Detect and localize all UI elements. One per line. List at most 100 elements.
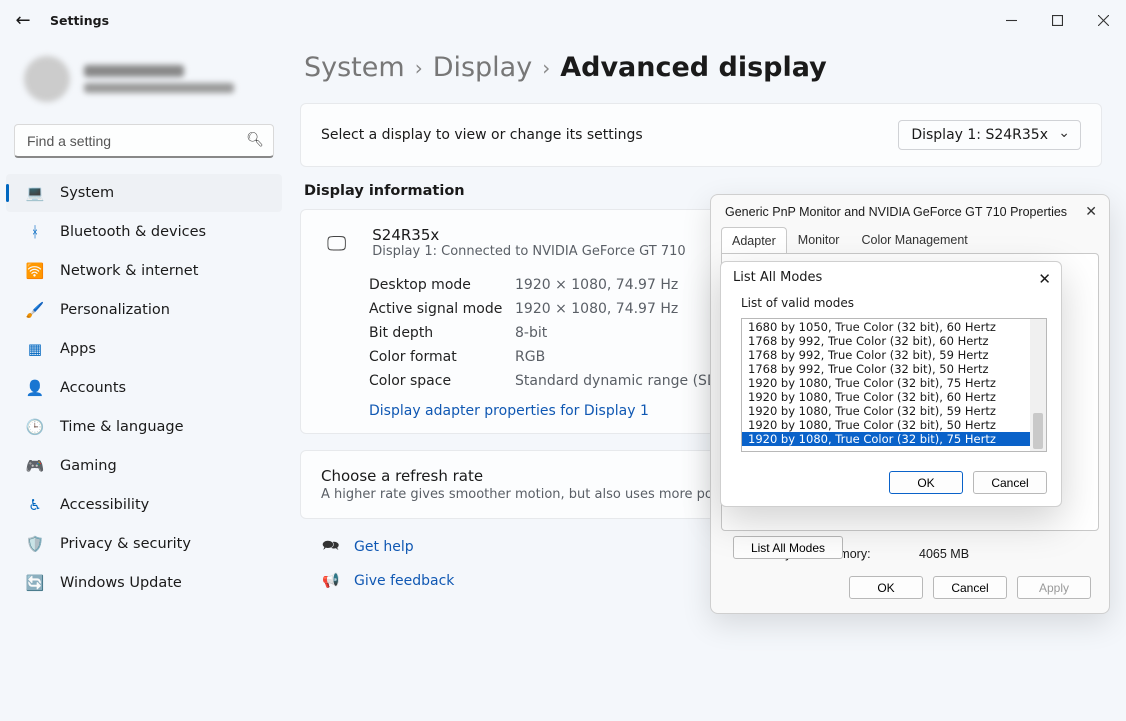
sidebar-item-label: Gaming [60, 458, 117, 474]
tab-monitor[interactable]: Monitor [787, 226, 851, 253]
nav-icon: 💻 [26, 184, 44, 202]
properties-tabs: Adapter Monitor Color Management [711, 226, 1109, 253]
mode-item[interactable]: 1920 by 1080, True Color (32 bit), 50 He… [742, 418, 1046, 432]
display-selector-card: Select a display to view or change its s… [300, 103, 1102, 167]
properties-apply-button[interactable]: Apply [1017, 576, 1091, 599]
sidebar-item-label: Time & language [60, 419, 184, 435]
account-block[interactable] [6, 50, 282, 118]
modes-dialog-title: List All Modes [733, 270, 822, 288]
sidebar-item-label: Accessibility [60, 497, 149, 513]
modes-cancel-button[interactable]: Cancel [973, 471, 1047, 494]
shared-memory-value: 4065 MB [919, 547, 969, 561]
info-key: Color space [369, 373, 515, 389]
scrollbar[interactable] [1030, 319, 1046, 451]
select-display-dropdown[interactable]: Display 1: S24R35x [898, 120, 1081, 150]
close-icon[interactable]: ✕ [1085, 203, 1097, 220]
nav-list: 💻 System ᚼ Bluetooth & devices 🛜 Network & in… [6, 174, 282, 602]
nav-icon: ▦ [26, 340, 44, 358]
display-name: S24R35x [372, 226, 685, 244]
mode-item[interactable]: 1768 by 992, True Color (32 bit), 59 Her… [742, 348, 1046, 362]
display-connection: Display 1: Connected to NVIDIA GeForce G… [372, 244, 685, 259]
info-key: Active signal mode [369, 301, 515, 317]
chevron-right-icon: › [542, 56, 550, 80]
back-arrow-icon[interactable]: ← [14, 10, 32, 31]
nav-icon: 👤 [26, 379, 44, 397]
close-button[interactable] [1080, 1, 1126, 39]
search-input[interactable] [14, 124, 274, 158]
breadcrumb-system[interactable]: System [304, 52, 405, 83]
mode-item[interactable]: 1920 by 1080, True Color (32 bit), 59 He… [742, 404, 1046, 418]
adapter-properties-link[interactable]: Display adapter properties for Display 1 [369, 403, 649, 419]
help-icon: 🗪 [322, 535, 340, 559]
sidebar-item-label: System [60, 185, 114, 201]
sidebar-item-time-language[interactable]: 🕒 Time & language [6, 408, 282, 446]
mode-item[interactable]: 1920 by 1080, True Color (32 bit), 75 He… [742, 432, 1046, 446]
info-value: 1920 × 1080, 74.97 Hz [515, 301, 678, 317]
breadcrumb: System › Display › Advanced display [304, 52, 1102, 83]
search-icon: 🔍︎ [246, 132, 264, 148]
info-key: Bit depth [369, 325, 515, 341]
maximize-button[interactable] [1034, 1, 1080, 39]
nav-icon: ᚼ [26, 223, 44, 241]
properties-title: Generic PnP Monitor and NVIDIA GeForce G… [725, 205, 1067, 219]
titlebar: ← Settings [0, 0, 1126, 40]
tab-color-management[interactable]: Color Management [850, 226, 978, 253]
properties-cancel-button[interactable]: Cancel [933, 576, 1007, 599]
mode-item[interactable]: 1680 by 1050, True Color (32 bit), 60 He… [742, 320, 1046, 334]
info-value: Standard dynamic range (SDR) [515, 373, 733, 389]
info-value: 8-bit [515, 325, 547, 341]
breadcrumb-current: Advanced display [560, 52, 827, 83]
monitor-icon: 🖵 [321, 231, 352, 255]
sidebar-item-system[interactable]: 💻 System [6, 174, 282, 212]
breadcrumb-display[interactable]: Display [433, 52, 533, 83]
tab-adapter[interactable]: Adapter [721, 227, 787, 254]
sidebar-item-label: Personalization [60, 302, 170, 318]
nav-icon: 🛡️ [26, 535, 44, 553]
nav-icon: 🎮 [26, 457, 44, 475]
sidebar-item-windows-update[interactable]: 🔄 Windows Update [6, 564, 282, 602]
feedback-icon: 📢 [322, 573, 340, 589]
account-email [84, 83, 234, 93]
sidebar-item-network-internet[interactable]: 🛜 Network & internet [6, 252, 282, 290]
modes-ok-button[interactable]: OK [889, 471, 963, 494]
mode-item[interactable]: 1768 by 992, True Color (32 bit), 60 Her… [742, 334, 1046, 348]
sidebar-item-label: Apps [60, 341, 96, 357]
sidebar-item-accounts[interactable]: 👤 Accounts [6, 369, 282, 407]
sidebar-item-apps[interactable]: ▦ Apps [6, 330, 282, 368]
refresh-rate-subtitle: A higher rate gives smoother motion, but… [321, 487, 737, 502]
list-all-modes-button[interactable]: List All Modes [733, 536, 843, 559]
select-display-label: Select a display to view or change its s… [321, 127, 643, 143]
sidebar-item-label: Bluetooth & devices [60, 224, 206, 240]
mode-item[interactable]: 1768 by 992, True Color (32 bit), 50 Her… [742, 362, 1046, 376]
close-icon[interactable]: ✕ [1038, 270, 1051, 288]
info-value: 1920 × 1080, 74.97 Hz [515, 277, 678, 293]
nav-icon: 🔄 [26, 574, 44, 592]
info-key: Desktop mode [369, 277, 515, 293]
list-all-modes-dialog: List All Modes ✕ List of valid modes 168… [720, 261, 1062, 507]
account-name [84, 65, 184, 77]
sidebar-item-label: Windows Update [60, 575, 182, 591]
sidebar-item-label: Accounts [60, 380, 126, 396]
get-help-link[interactable]: Get help [354, 539, 414, 555]
nav-icon: 🖌️ [26, 301, 44, 319]
nav-icon: 🕒 [26, 418, 44, 436]
minimize-button[interactable] [988, 1, 1034, 39]
sidebar-item-gaming[interactable]: 🎮 Gaming [6, 447, 282, 485]
modes-listbox[interactable]: 1680 by 1050, True Color (32 bit), 60 He… [741, 318, 1047, 452]
sidebar-item-label: Network & internet [60, 263, 198, 279]
properties-ok-button[interactable]: OK [849, 576, 923, 599]
sidebar-item-accessibility[interactable]: ♿ Accessibility [6, 486, 282, 524]
app-title: Settings [50, 13, 109, 28]
sidebar-item-personalization[interactable]: 🖌️ Personalization [6, 291, 282, 329]
nav-icon: ♿ [26, 496, 44, 514]
sidebar-item-label: Privacy & security [60, 536, 191, 552]
sidebar-item-privacy-security[interactable]: 🛡️ Privacy & security [6, 525, 282, 563]
sidebar-item-bluetooth-devices[interactable]: ᚼ Bluetooth & devices [6, 213, 282, 251]
nav-icon: 🛜 [26, 262, 44, 280]
mode-item[interactable]: 1920 by 1080, True Color (32 bit), 60 He… [742, 390, 1046, 404]
give-feedback-link[interactable]: Give feedback [354, 573, 454, 589]
avatar [24, 56, 70, 102]
scrollbar-thumb[interactable] [1033, 413, 1043, 449]
mode-item[interactable]: 1920 by 1080, True Color (32 bit), 75 He… [742, 376, 1046, 390]
chevron-right-icon: › [415, 56, 423, 80]
